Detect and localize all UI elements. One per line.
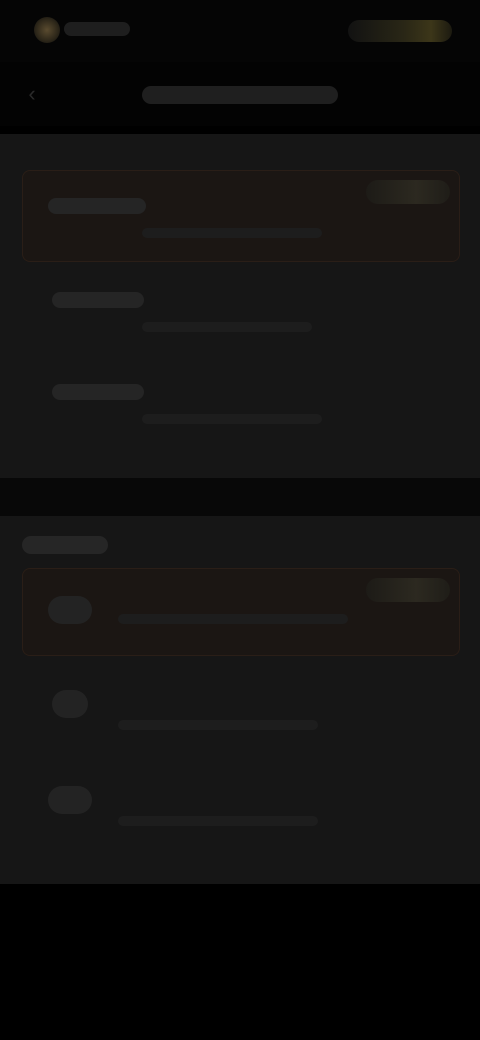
list-item-title [52,292,144,308]
avatar [52,690,88,718]
list-item[interactable] [22,270,460,352]
top-action-button[interactable] [348,20,452,42]
status-badge [366,578,450,602]
list-item-subtitle [142,228,322,238]
list-item-subtitle [118,720,318,730]
list-item-subtitle [142,322,312,332]
section-divider [0,478,480,516]
avatar [48,786,92,814]
list-item[interactable] [22,672,460,754]
list-item-title [52,384,144,400]
brand-name [64,22,130,36]
list-item[interactable] [22,362,460,444]
section-title [22,536,108,554]
list-item-selected[interactable] [22,170,460,262]
list-item-subtitle [118,816,318,826]
card-primary [0,134,480,478]
list-item-subtitle [118,614,348,624]
brand-logo-icon[interactable] [34,17,60,43]
page-title [142,86,338,104]
arrow-left-icon[interactable]: ‹ [20,82,44,106]
list-item[interactable] [22,766,460,848]
page-header: ‹ [0,62,480,126]
list-item-subtitle [142,414,322,424]
list-item-selected[interactable] [22,568,460,656]
top-bar [0,0,480,62]
card-secondary [0,516,480,884]
avatar [48,596,92,624]
app-screen: ‹ [0,0,480,1040]
list-item-title [48,198,146,214]
status-badge [366,180,450,204]
bottom-empty-area [0,884,480,1040]
